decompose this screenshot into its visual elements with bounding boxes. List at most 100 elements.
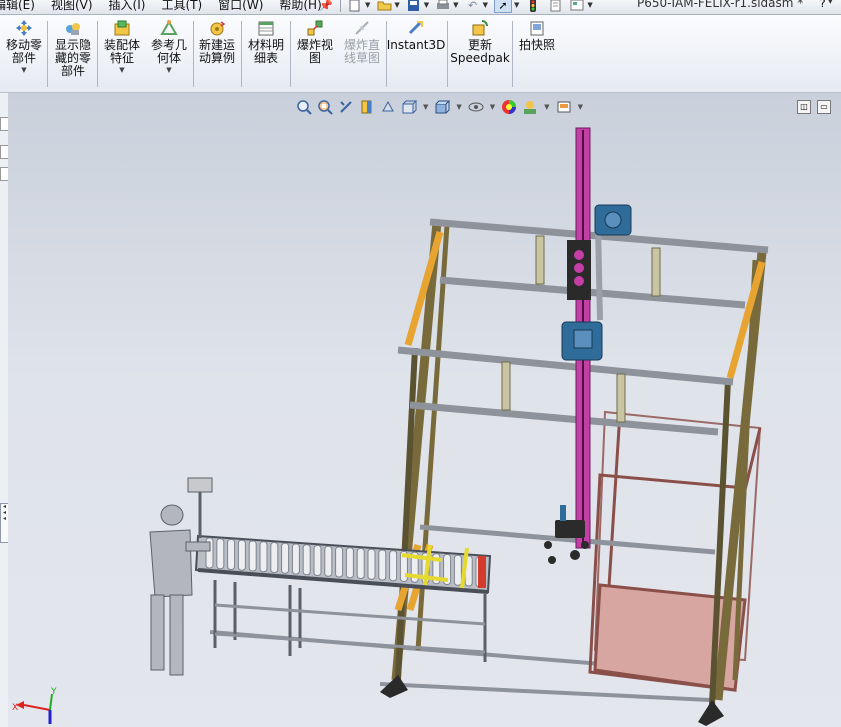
conveyor-roller bbox=[345, 547, 354, 579]
chevron-down-icon[interactable]: ▼ bbox=[119, 66, 124, 74]
chevron-down-icon[interactable]: ▼ bbox=[453, 1, 458, 9]
chevron-down-icon[interactable]: ▼ bbox=[544, 103, 549, 111]
conveyor-roller bbox=[302, 544, 311, 576]
explode-line-sketch-button[interactable]: 爆炸直 线草图 bbox=[340, 19, 384, 65]
edit-appearance-icon[interactable] bbox=[500, 98, 518, 116]
assembly-model[interactable] bbox=[8, 93, 841, 727]
explode-line-sketch-icon bbox=[353, 19, 371, 37]
print-icon[interactable] bbox=[435, 0, 451, 12]
display-style-icon[interactable] bbox=[433, 98, 451, 116]
heads-up-view-toolbar: ▼ ▼ ▼ ▼ ▼ bbox=[295, 98, 585, 116]
show-hidden-components-button[interactable]: 显示隐 藏的零 部件 bbox=[52, 19, 94, 78]
instant3d-button[interactable]: Instant3D bbox=[387, 19, 445, 52]
quick-access-toolbar: 📌 ▼ ▼ ▼ ▼ ↶ ▼ ➚ ▼ ▼ bbox=[318, 0, 593, 13]
divider bbox=[193, 21, 194, 87]
chevron-down-icon[interactable]: ▼ bbox=[587, 1, 592, 9]
chevron-down-icon[interactable]: ▼ bbox=[424, 1, 429, 9]
bill-of-materials-button[interactable]: 材料明 细表 bbox=[245, 19, 287, 65]
menu-window[interactable]: 窗口(W) bbox=[218, 0, 263, 13]
menu-view[interactable]: 视图(V) bbox=[51, 0, 93, 13]
instant3d-icon bbox=[407, 19, 425, 37]
chevron-down-icon[interactable]: ▼ bbox=[490, 103, 495, 111]
divider bbox=[97, 21, 98, 87]
divider bbox=[241, 21, 242, 87]
show-hidden-components-icon bbox=[64, 19, 82, 37]
chevron-down-icon[interactable]: ▼ bbox=[828, 0, 833, 10]
divider bbox=[290, 21, 291, 87]
tile-window-icon[interactable]: ▭ bbox=[817, 100, 831, 114]
conveyor-roller bbox=[270, 542, 279, 573]
section-view-icon[interactable] bbox=[358, 98, 376, 116]
new-motion-study-icon bbox=[208, 19, 226, 37]
file-properties-icon[interactable] bbox=[547, 0, 563, 12]
conveyor-roller bbox=[259, 541, 268, 573]
chevron-down-icon[interactable]: ▼ bbox=[365, 1, 370, 9]
document-title: P650-IAM-FELIX-r1.sldasm * bbox=[637, 0, 804, 10]
x-axis-arrow bbox=[23, 704, 51, 711]
undo-icon[interactable]: ↶ bbox=[465, 0, 481, 12]
chevron-down-icon[interactable]: ▼ bbox=[166, 66, 171, 74]
chevron-down-icon[interactable]: ▼ bbox=[483, 1, 488, 9]
bill-of-materials-icon bbox=[257, 19, 275, 37]
update-speedpak-button[interactable]: 更新 Speedpak bbox=[450, 19, 510, 65]
previous-view-icon[interactable] bbox=[337, 98, 355, 116]
take-snapshot-button[interactable]: 拍快照 bbox=[516, 19, 558, 52]
divider bbox=[386, 21, 387, 87]
apply-scene-icon[interactable] bbox=[521, 98, 539, 116]
new-motion-study-button[interactable]: 新建运 动算例 bbox=[196, 19, 238, 65]
dynamic-annotation-icon[interactable] bbox=[379, 98, 397, 116]
exploded-view-icon bbox=[306, 19, 324, 37]
options-icon[interactable] bbox=[569, 0, 585, 12]
divider bbox=[447, 21, 448, 87]
conveyor-roller bbox=[378, 549, 387, 581]
chevron-down-icon[interactable]: ▼ bbox=[514, 1, 519, 9]
conveyor-roller bbox=[248, 540, 257, 572]
reference-geometry-icon bbox=[160, 19, 178, 37]
conveyor-roller bbox=[227, 539, 236, 570]
take-snapshot-icon bbox=[528, 19, 546, 37]
chevron-down-icon[interactable]: ▼ bbox=[394, 1, 399, 9]
zoom-to-fit-icon[interactable] bbox=[295, 98, 313, 116]
menu-bar: 编辑(E) 视图(V) 插入(I) 工具(T) 窗口(W) 帮助(H) 📌 ▼ … bbox=[0, 0, 841, 15]
view-settings-icon[interactable] bbox=[555, 98, 573, 116]
conveyor-roller bbox=[324, 545, 333, 577]
assembly-features-button[interactable]: 装配体 特征 ▼ bbox=[101, 19, 143, 74]
restore-window-icon[interactable]: ◫ bbox=[797, 100, 811, 114]
chevron-down-icon[interactable]: ▼ bbox=[456, 103, 461, 111]
reference-geometry-button[interactable]: 参考几 何体 ▼ bbox=[148, 19, 190, 74]
divider bbox=[512, 21, 513, 87]
conveyor-roller bbox=[389, 550, 398, 582]
reference-triad: X Y bbox=[12, 687, 57, 724]
menu-tools[interactable]: 工具(T) bbox=[161, 0, 202, 13]
menu-edit[interactable]: 编辑(E) bbox=[0, 0, 35, 13]
open-folder-icon[interactable] bbox=[376, 0, 392, 12]
chevron-down-icon[interactable]: ▼ bbox=[21, 66, 26, 74]
chevron-down-icon[interactable]: ▼ bbox=[423, 103, 428, 111]
select-cursor-icon[interactable]: ➚ bbox=[493, 0, 512, 13]
conveyor-roller bbox=[335, 546, 344, 578]
help-icon[interactable]: ? bbox=[820, 0, 826, 10]
help-controls: ? ▼ bbox=[820, 0, 833, 10]
divider bbox=[340, 0, 341, 12]
hide-show-items-icon[interactable] bbox=[467, 98, 485, 116]
save-icon[interactable] bbox=[406, 0, 422, 12]
menu-insert[interactable]: 插入(I) bbox=[109, 0, 146, 13]
divider bbox=[47, 21, 48, 87]
conveyor-roller bbox=[291, 543, 300, 575]
conveyor-roller bbox=[313, 545, 322, 576]
new-document-icon[interactable] bbox=[347, 0, 363, 12]
exploded-view-button[interactable]: 爆炸视 图 bbox=[293, 19, 337, 65]
rebuild-icon[interactable] bbox=[525, 0, 541, 12]
move-component-button[interactable]: 移动零 部件 ▼ bbox=[4, 19, 44, 74]
conveyor-roller bbox=[237, 539, 246, 571]
conveyor-roller bbox=[356, 548, 365, 579]
y-axis-label: Y bbox=[50, 687, 57, 697]
pin-icon[interactable]: 📌 bbox=[318, 0, 334, 12]
view-orientation-icon[interactable] bbox=[400, 98, 418, 116]
conveyor-roller bbox=[367, 548, 376, 580]
chevron-down-icon[interactable]: ▼ bbox=[578, 103, 583, 111]
update-speedpak-icon bbox=[471, 19, 489, 37]
zoom-to-area-icon[interactable] bbox=[316, 98, 334, 116]
menu-help[interactable]: 帮助(H) bbox=[279, 0, 321, 13]
graphics-area[interactable] bbox=[8, 93, 841, 727]
